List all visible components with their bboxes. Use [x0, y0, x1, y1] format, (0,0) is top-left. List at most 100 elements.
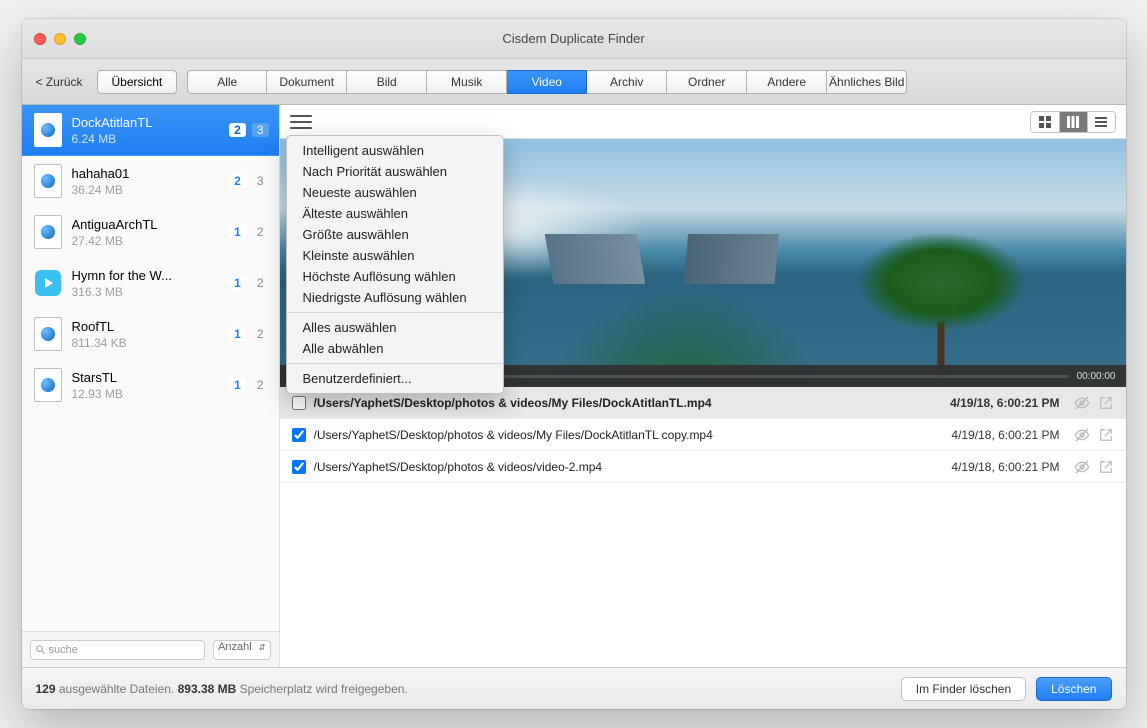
video-file-icon: [34, 368, 62, 402]
app-window: Cisdem Duplicate Finder < Zurück Übersic…: [22, 19, 1126, 709]
view-mode-toggle: [1030, 111, 1116, 133]
tab-musik[interactable]: Musik: [427, 70, 507, 94]
footer-status: 129 ausgewählte Dateien. 893.38 MB Speic…: [36, 682, 891, 696]
menu-item[interactable]: Größte auswählen: [287, 224, 503, 245]
menu-separator: [287, 363, 503, 364]
row-checkbox[interactable]: [292, 396, 306, 410]
window-title: Cisdem Duplicate Finder: [22, 31, 1126, 46]
item-size: 27.42 MB: [72, 234, 220, 248]
view-grid-button[interactable]: [1031, 112, 1059, 132]
video-file-icon: [34, 113, 62, 147]
file-date: 4/19/18, 6:00:21 PM: [951, 428, 1059, 442]
maximize-icon[interactable]: [74, 33, 86, 45]
view-columns-button[interactable]: [1059, 112, 1087, 132]
menu-item[interactable]: Alle abwählen: [287, 338, 503, 359]
selected-badge: 2: [229, 174, 246, 188]
selected-badge: 1: [229, 378, 246, 392]
sidebar-footer: suche Anzahl ⇵: [22, 631, 279, 667]
list-item[interactable]: StarsTL12.93 MB12: [22, 360, 279, 411]
menu-item[interactable]: Älteste auswählen: [287, 203, 503, 224]
menu-item[interactable]: Alles auswählen: [287, 317, 503, 338]
reveal-icon[interactable]: [1098, 459, 1114, 475]
video-file-icon: [34, 164, 62, 198]
table-row[interactable]: /Users/YaphetS/Desktop/photos & videos/v…: [280, 451, 1126, 483]
item-size: 6.24 MB: [72, 132, 220, 146]
tab-ähnliches-bild[interactable]: Ähnliches Bild: [827, 70, 907, 94]
selection-menu-button[interactable]: [290, 113, 312, 131]
item-name: Hymn for the W...: [72, 268, 220, 283]
menu-item[interactable]: Neueste auswählen: [287, 182, 503, 203]
duplicate-files-table: /Users/YaphetS/Desktop/photos & videos/M…: [280, 387, 1126, 667]
selected-badge: 1: [229, 276, 246, 290]
delete-button[interactable]: Löschen: [1036, 677, 1111, 701]
reveal-icon[interactable]: [1098, 395, 1114, 411]
item-size: 316.3 MB: [72, 285, 220, 299]
close-icon[interactable]: [34, 33, 46, 45]
preview-frame-detail: [846, 207, 1036, 377]
video-file-icon: [34, 317, 62, 351]
file-path: /Users/YaphetS/Desktop/photos & videos/M…: [314, 428, 944, 442]
menu-item[interactable]: Nach Priorität auswählen: [287, 161, 503, 182]
item-name: hahaha01: [72, 166, 220, 181]
back-button[interactable]: < Zurück: [32, 71, 87, 93]
total-badge: 3: [252, 174, 269, 188]
main-toolbar: Intelligent auswählenNach Priorität ausw…: [280, 105, 1126, 139]
tab-andere[interactable]: Andere: [747, 70, 827, 94]
delete-in-finder-button[interactable]: Im Finder löschen: [901, 677, 1026, 701]
freed-size: 893.38 MB: [178, 682, 237, 696]
video-file-icon: [34, 215, 62, 249]
menu-item[interactable]: Intelligent auswählen: [287, 140, 503, 161]
hide-icon[interactable]: [1074, 459, 1090, 475]
view-list-button[interactable]: [1087, 112, 1115, 132]
list-item[interactable]: AntiguaArchTL27.42 MB12: [22, 207, 279, 258]
item-size: 811.34 KB: [72, 336, 220, 350]
tab-video[interactable]: Video: [507, 70, 587, 94]
file-path: /Users/YaphetS/Desktop/photos & videos/v…: [314, 460, 944, 474]
selected-badge: 1: [229, 327, 246, 341]
item-name: RoofTL: [72, 319, 220, 334]
duplicate-groups-list: DockAtitlanTL6.24 MB23hahaha0136.24 MB23…: [22, 105, 279, 631]
titlebar: Cisdem Duplicate Finder: [22, 19, 1126, 59]
minimize-icon[interactable]: [54, 33, 66, 45]
hide-icon[interactable]: [1074, 427, 1090, 443]
search-icon: [35, 644, 46, 655]
list-item[interactable]: hahaha0136.24 MB23: [22, 156, 279, 207]
tab-alle[interactable]: Alle: [187, 70, 267, 94]
menu-separator: [287, 312, 503, 313]
total-badge: 3: [252, 123, 269, 137]
item-name: DockAtitlanTL: [72, 115, 220, 130]
list-item[interactable]: DockAtitlanTL6.24 MB23: [22, 105, 279, 156]
row-checkbox[interactable]: [292, 428, 306, 442]
chevron-updown-icon: ⇵: [259, 643, 266, 652]
list-item[interactable]: Hymn for the W... 316.3 MB 12: [22, 258, 279, 309]
tab-bild[interactable]: Bild: [347, 70, 427, 94]
window-controls: [34, 33, 86, 45]
overview-button[interactable]: Übersicht: [97, 70, 178, 94]
tab-dokument[interactable]: Dokument: [267, 70, 347, 94]
tab-ordner[interactable]: Ordner: [667, 70, 747, 94]
selected-count: 129: [36, 682, 56, 696]
sort-label: Anzahl: [218, 641, 252, 653]
file-date: 4/19/18, 6:00:21 PM: [950, 396, 1059, 410]
hide-icon[interactable]: [1074, 395, 1090, 411]
toolbar: < Zurück Übersicht AlleDokumentBildMusik…: [22, 59, 1126, 105]
sort-select[interactable]: Anzahl ⇵: [213, 640, 270, 660]
table-row[interactable]: /Users/YaphetS/Desktop/photos & videos/M…: [280, 419, 1126, 451]
total-badge: 2: [252, 276, 269, 290]
reveal-icon[interactable]: [1098, 427, 1114, 443]
menu-item[interactable]: Benutzerdefiniert...: [287, 368, 503, 389]
file-path: /Users/YaphetS/Desktop/photos & videos/M…: [314, 396, 943, 410]
footer: 129 ausgewählte Dateien. 893.38 MB Speic…: [22, 667, 1126, 709]
total-badge: 2: [252, 225, 269, 239]
list-item[interactable]: RoofTL811.34 KB12: [22, 309, 279, 360]
menu-item[interactable]: Kleinste auswählen: [287, 245, 503, 266]
file-date: 4/19/18, 6:00:21 PM: [951, 460, 1059, 474]
selection-context-menu: Intelligent auswählenNach Priorität ausw…: [286, 135, 504, 394]
tab-archiv[interactable]: Archiv: [587, 70, 667, 94]
category-tabs: AlleDokumentBildMusikVideoArchivOrdnerAn…: [187, 70, 907, 94]
menu-item[interactable]: Niedrigste Auflösung wählen: [287, 287, 503, 308]
item-name: AntiguaArchTL: [72, 217, 220, 232]
search-input[interactable]: suche: [30, 640, 206, 660]
row-checkbox[interactable]: [292, 460, 306, 474]
menu-item[interactable]: Höchste Auflösung wählen: [287, 266, 503, 287]
